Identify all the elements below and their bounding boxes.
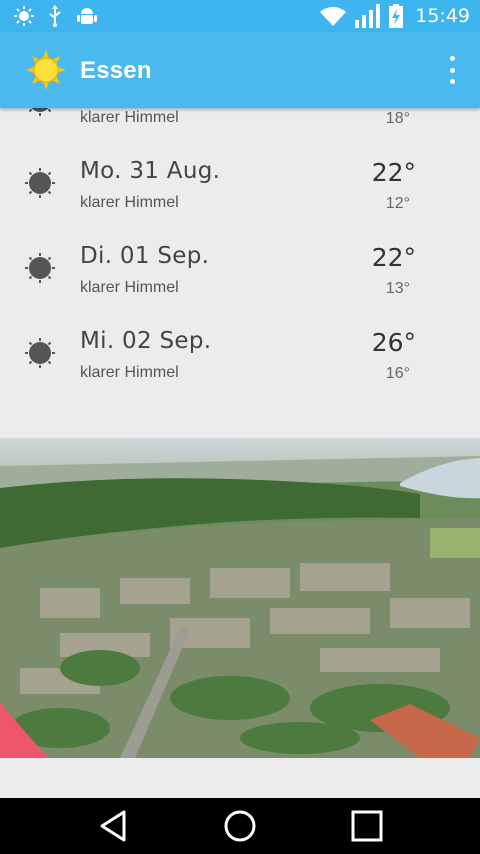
day-label: Mi. 02 Sep. [80, 328, 212, 354]
day-label: Di. 01 Sep. [80, 243, 210, 269]
battery-charging-icon [389, 4, 404, 28]
home-icon[interactable] [220, 806, 260, 846]
low-temp: 18° [385, 110, 410, 127]
brightness-icon [14, 6, 34, 26]
aerial-city-photo [0, 438, 480, 758]
clear-sky-icon [25, 338, 55, 368]
signal-icon [355, 4, 381, 28]
high-temp: 26° [371, 328, 416, 357]
android-debug-icon [77, 8, 97, 24]
condition-label: klarer Himmel [80, 364, 179, 381]
usb-icon [49, 5, 61, 27]
back-icon[interactable] [94, 806, 134, 846]
high-temp: 22° [371, 158, 416, 187]
forecast-row[interactable]: Mi. 02 Sep. klarer Himmel 26° 16° [0, 328, 480, 413]
recents-icon[interactable] [347, 806, 387, 846]
clock: 15:49 [415, 5, 470, 27]
condition-label: klarer Himmel [80, 194, 179, 211]
low-temp: 13° [385, 280, 410, 297]
high-temp: 22° [371, 243, 416, 272]
clear-sky-icon [25, 168, 55, 198]
clear-sky-icon [25, 253, 55, 283]
overflow-menu-icon[interactable] [444, 56, 460, 84]
clear-sky-icon [28, 108, 52, 116]
sun-logo-icon [26, 50, 66, 90]
day-label: Mo. 31 Aug. [80, 158, 221, 184]
condition-label: klarer Himmel [80, 109, 179, 126]
wifi-icon [320, 6, 347, 27]
forecast-list[interactable]: klarer Himmel 18° Mo. 31 Aug. klarer Him… [0, 108, 480, 438]
navigation-bar [0, 798, 480, 854]
forecast-row[interactable]: Di. 01 Sep. klarer Himmel 22° 13° [0, 243, 480, 328]
status-bar: 15:49 [0, 0, 480, 32]
forecast-row[interactable]: Mo. 31 Aug. klarer Himmel 22° 12° [0, 158, 480, 243]
low-temp: 12° [385, 195, 410, 212]
condition-label: klarer Himmel [80, 279, 179, 296]
low-temp: 16° [385, 365, 410, 382]
app-title: Essen [80, 57, 152, 84]
app-bar: Essen [0, 32, 480, 108]
